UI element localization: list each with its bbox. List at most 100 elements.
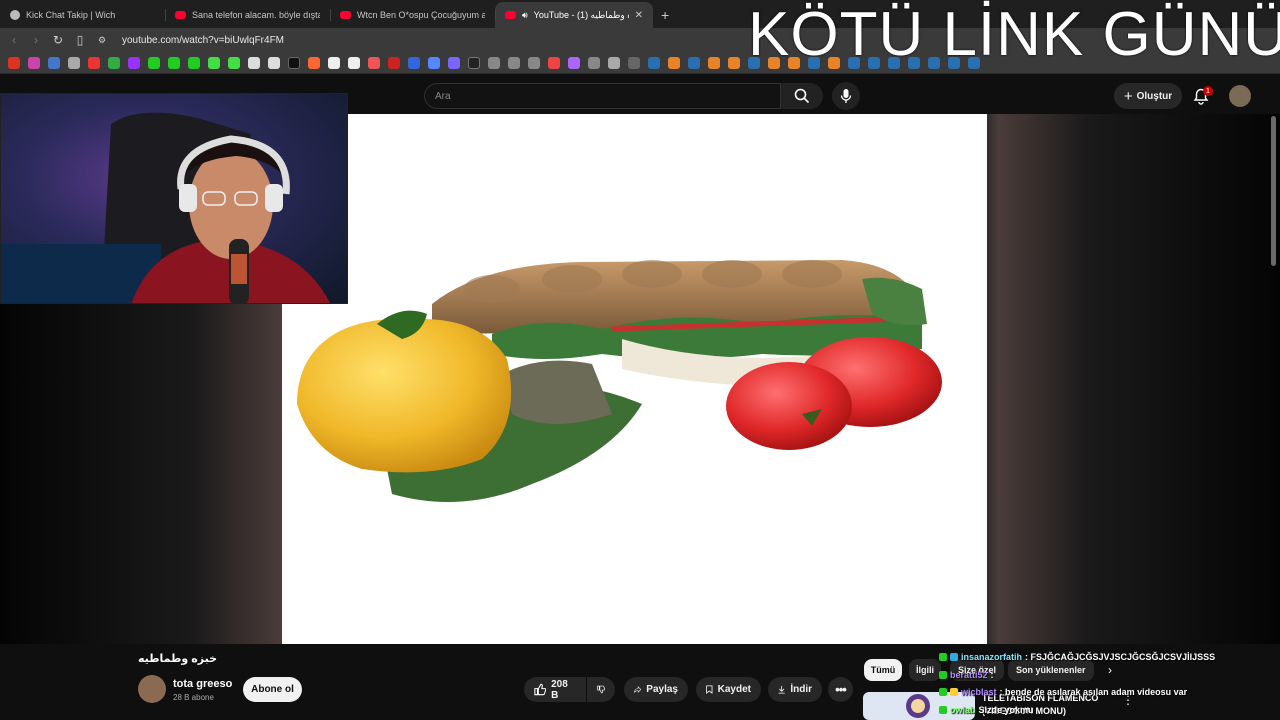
chevron-right-icon[interactable]: ›: [1108, 663, 1112, 677]
browser-tab[interactable]: Kick Chat Takip | Wich: [0, 2, 165, 28]
bookmark-icon[interactable]: [388, 56, 400, 69]
bookmark-icon[interactable]: [208, 56, 220, 69]
chat-username: insanazorfatih: [961, 652, 1023, 662]
bookmark-icon[interactable]: [648, 56, 660, 69]
bookmark-icon[interactable]: [368, 56, 380, 69]
subscribe-button[interactable]: Abone ol: [243, 677, 302, 702]
bookmark-icon[interactable]: [508, 56, 520, 69]
bookmark-icon[interactable]: [468, 56, 480, 69]
bookmark-icon[interactable]: [728, 56, 740, 69]
bookmark-icon[interactable]: [688, 56, 700, 69]
chat-message: beratti52 :: [939, 670, 994, 680]
like-count: 208 B: [551, 678, 568, 701]
save-label: Kaydet: [717, 684, 751, 695]
bookmark-icon[interactable]: [28, 56, 40, 69]
share-icon: [634, 686, 642, 694]
notification-badge: 1: [1203, 86, 1213, 96]
site-settings-icon[interactable]: ⚙: [96, 35, 108, 46]
dislike-button[interactable]: [587, 677, 615, 702]
bookmark-icon[interactable]: [708, 56, 720, 69]
youtube-icon: [175, 11, 186, 19]
kick-badge-icon: [939, 653, 947, 661]
bookmark-icon[interactable]: [328, 56, 340, 69]
video-frame[interactable]: [282, 114, 987, 644]
bookmark-icon[interactable]: [108, 56, 120, 69]
like-button[interactable]: 208 B: [524, 677, 586, 702]
bookmark-icon[interactable]: [348, 56, 360, 69]
bookmark-icon[interactable]: [228, 56, 240, 69]
bookmark-icon[interactable]: [488, 56, 500, 69]
kick-icon[interactable]: [148, 56, 160, 69]
youtube-icon: [505, 11, 516, 19]
kick-badge-icon: [939, 671, 947, 679]
tab-title: Sana telefon alacam. böyle dıştan ho: [192, 10, 320, 20]
download-label: İndir: [790, 684, 812, 695]
bookmark-icon[interactable]: [8, 56, 20, 69]
account-avatar[interactable]: [1229, 85, 1251, 107]
download-icon: [778, 685, 785, 694]
kick-badge-icon: [939, 688, 947, 696]
scrollbar[interactable]: [1271, 116, 1276, 266]
new-tab-button[interactable]: +: [653, 7, 677, 28]
chat-text: : FSJĞCAĞJCĞSJVJSCJĞCSĞJCSVJİIJSSS: [1025, 652, 1216, 662]
browser-tab[interactable]: Sana telefon alacam. böyle dıştan ho: [165, 2, 330, 28]
close-icon[interactable]: ✕: [635, 10, 643, 21]
more-actions-button[interactable]: •••: [828, 677, 853, 702]
kick-badge-icon: [939, 706, 947, 714]
youtube-icon: [340, 11, 351, 19]
webcam-image: [1, 112, 330, 303]
chip-all[interactable]: Tümü: [864, 659, 902, 681]
channel-avatar[interactable]: [138, 675, 166, 703]
reload-icon[interactable]: ↻: [52, 33, 64, 47]
chat-message: insanazorfatih : FSJĞCAĞJCĞSJVJSCJĞCSĞJC…: [939, 652, 1215, 662]
create-label: Oluştur: [1136, 90, 1173, 102]
video-title: خبزه وطماطيه: [138, 653, 218, 665]
chip-related[interactable]: İlgili: [909, 659, 941, 681]
bookmark-icon[interactable]: [608, 56, 620, 69]
chat-username: beratti52: [950, 670, 988, 680]
bookmark-icon[interactable]: [48, 56, 60, 69]
chat-text: Sizde yokmu: [978, 705, 1034, 715]
more-icon: •••: [835, 682, 847, 697]
create-button[interactable]: + Oluştur: [1114, 83, 1182, 109]
stream-overlay-title: KÖTÜ LİNK GÜNÜ: [748, 0, 1280, 69]
voice-search-button[interactable]: [832, 82, 860, 110]
bookmark-icon[interactable]: [128, 56, 140, 69]
sandwich-image: [297, 260, 942, 502]
url-field[interactable]: youtube.com/watch?v=biUwlqFr4FM: [122, 35, 284, 46]
back-icon[interactable]: ‹: [8, 33, 20, 47]
share-button[interactable]: Paylaş: [624, 677, 688, 702]
streamer-webcam: [0, 93, 348, 304]
thumbs-up-icon: [534, 683, 547, 696]
speaker-icon[interactable]: 🔊︎: [522, 10, 528, 21]
bookmark-icon[interactable]: [668, 56, 680, 69]
bookmark-icon[interactable]: [68, 56, 80, 69]
search-input[interactable]: Ara: [424, 83, 781, 109]
bookmark-icon[interactable]: [548, 56, 560, 69]
bookmark-icon[interactable]: [248, 56, 260, 69]
kick-icon[interactable]: [188, 56, 200, 69]
bookmark-icon[interactable]: [448, 56, 460, 69]
bookmark-icon[interactable]: [268, 56, 280, 69]
bookmark-icon[interactable]: [88, 56, 100, 69]
bookmark-icon[interactable]: [308, 56, 320, 69]
forward-icon[interactable]: ›: [30, 33, 42, 47]
bookmark-icon[interactable]: [428, 56, 440, 69]
bookmark-icon[interactable]: [588, 56, 600, 69]
bookmark-icon[interactable]: [568, 56, 580, 69]
bookmark-icon[interactable]: [528, 56, 540, 69]
folder-icon[interactable]: [628, 56, 640, 69]
kick-icon[interactable]: [168, 56, 180, 69]
search-button[interactable]: [781, 83, 823, 109]
chip-recently-uploaded[interactable]: Son yüklenenler: [1008, 659, 1094, 681]
download-button[interactable]: İndir: [768, 677, 822, 702]
bookmark-icon[interactable]: ▯: [74, 33, 86, 47]
save-button[interactable]: Kaydet: [696, 677, 761, 702]
plus-icon: +: [1123, 87, 1133, 105]
browser-tab[interactable]: Wtcn Ben O*ospu Çocuğuyum autot: [330, 2, 495, 28]
channel-name[interactable]: tota greeso: [173, 678, 232, 690]
x-icon[interactable]: [288, 56, 300, 69]
bookmark-icon[interactable]: [408, 56, 420, 69]
bookmark-icon: [706, 685, 713, 694]
browser-tab-active[interactable]: 🔊︎ YouTube - خبزه وطماطيه (1) ✕: [495, 2, 653, 28]
